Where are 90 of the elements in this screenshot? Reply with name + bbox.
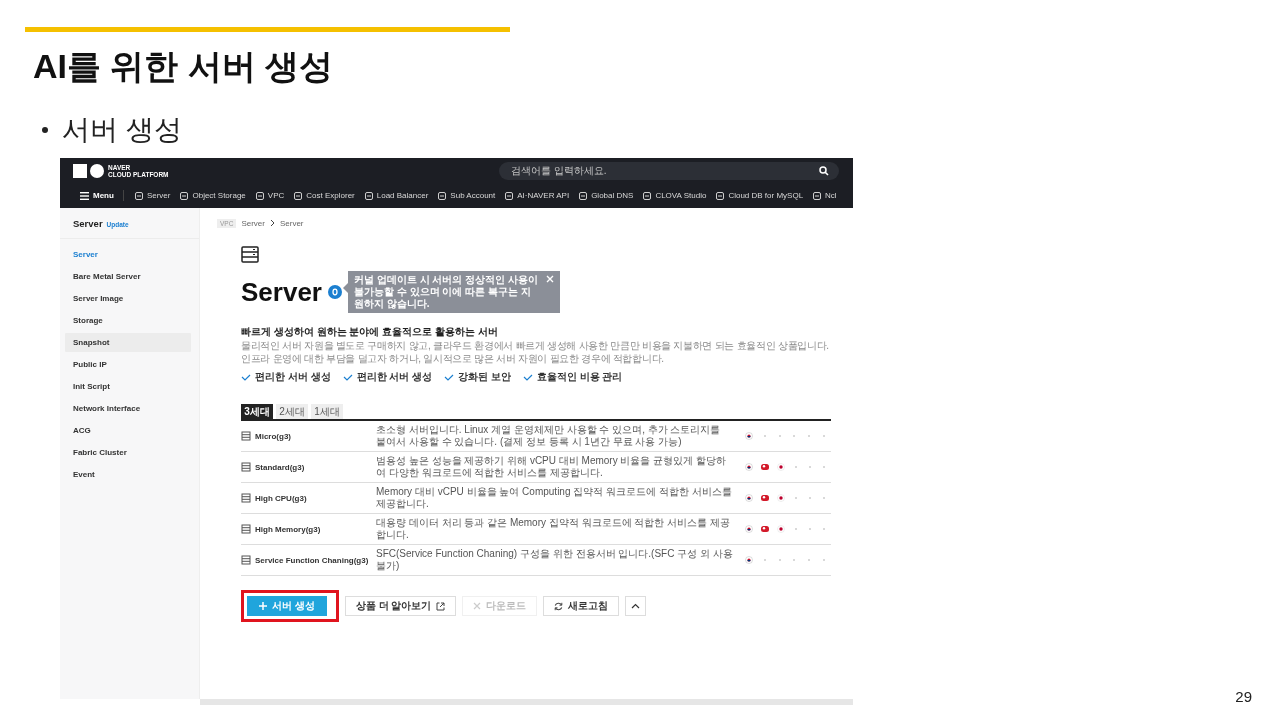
chevron-icon (269, 219, 275, 227)
server-type-name[interactable]: High CPU(g3) (255, 493, 307, 503)
feature-text: 강화된 보안 (458, 370, 511, 384)
square-icon (579, 191, 588, 200)
server-icon (241, 524, 251, 534)
sidebar-item[interactable]: Bare Metal Server (65, 267, 191, 286)
sidebar-title: Server (73, 218, 103, 229)
square-icon (505, 191, 514, 200)
nav-item[interactable]: VPC (255, 191, 285, 200)
section-heading: 빠르게 생성하여 원하는 분야에 효율적으로 활용하는 서버 (241, 325, 499, 339)
nav-item[interactable]: Load Balancer (364, 191, 429, 200)
nav-item[interactable]: Server (134, 191, 171, 200)
server-type-name[interactable]: Micro(g3) (255, 431, 291, 441)
sidebar-item[interactable]: Public IP (65, 355, 191, 374)
server-icon (241, 493, 251, 503)
nav-item[interactable]: Object Storage (180, 191, 246, 200)
description-text: 인프라 운영에 대한 부담을 덜고자 하거나, 일시적으로 많은 서버 자원이 필요한 경우에 적합합니다. (241, 352, 665, 365)
nav-item[interactable]: AI·NAVER API (505, 191, 570, 200)
sidebar-item[interactable]: Snapshot (65, 333, 191, 352)
tooltip-text: 커널 업데이트 시 서버의 정상적인 사용이 불가능할 수 있으며 이에 따른 복구는 지원하지 않습니다. (353, 274, 539, 310)
close-button[interactable] (545, 274, 554, 285)
nav-item[interactable]: Cloud DB for MySQL (716, 191, 804, 200)
server-type-description: SFC(Service Function Chaning) 구성을 위한 전용서버 입니다.(SFC 구성 외 사용 불가) (376, 548, 733, 572)
slide-title: AI를 위한 서버 생성 (33, 46, 335, 86)
breadcrumb-link[interactable]: Server (279, 218, 304, 228)
square-icon (134, 191, 143, 200)
square-icon (813, 191, 822, 200)
nav-item[interactable]: Ncl (813, 191, 837, 200)
server-type-description: Memory 대비 vCPU 비율을 높여 Computing 집약적 워크로드에 적합한 서비스를 제공합니다. (376, 486, 733, 510)
check-icon (241, 373, 251, 381)
sidebar-item[interactable]: ACG (65, 421, 191, 440)
refresh-button[interactable]: 새로고침 (543, 596, 620, 616)
description-text: 물리적인 서버 자원을 별도로 구매하지 않고, 클라우드 환경에서 빠르게 생성해 사용한 만큼만 비용을 지불하면 되는 효율적인 상품입니다. (241, 339, 830, 352)
feature-text: 편리한 서버 생성 (255, 370, 331, 384)
server-type-description: 범용성 높은 성능을 제공하기 위해 vCPU 대비 Memory 비율을 균형있게 할당하여 다양한 워크로드에 적합한 서비스를 제공합니다. (376, 455, 727, 479)
nav-item[interactable]: CLOVA Studio (643, 191, 707, 200)
server-type-name[interactable]: Standard(g3) (255, 462, 305, 472)
sidebar-item[interactable]: Fabric Cluster (65, 443, 191, 462)
check-icon (342, 373, 353, 381)
scrollbar[interactable] (200, 699, 853, 705)
x-icon (473, 602, 482, 610)
sidebar-item[interactable]: Event (65, 465, 191, 484)
learn-more-button[interactable]: 상품 더 알아보기 (344, 596, 457, 616)
generation-tab[interactable]: 1세대 (311, 404, 343, 419)
plus-icon (259, 602, 267, 610)
square-icon (255, 191, 264, 200)
server-icon (241, 246, 259, 263)
bullet-icon (42, 127, 48, 133)
nav-item[interactable]: Cost Explorer (294, 191, 355, 200)
server-icon (241, 462, 251, 472)
collapse-button[interactable] (625, 596, 647, 616)
sidebar-item[interactable]: Server Image (65, 289, 191, 308)
menu-icon (80, 191, 89, 200)
page-title: Server (241, 276, 322, 308)
feature-text: 효율적인 비용 관리 (536, 370, 623, 384)
server-icon (241, 555, 251, 565)
bullet-text: 서버 생성 (62, 113, 182, 147)
sidebar-item[interactable]: Network Interface (65, 399, 191, 418)
logo-icon (73, 163, 104, 178)
menu-button[interactable]: Menu (74, 190, 124, 201)
generation-tab[interactable]: 2세대 (276, 404, 308, 419)
square-icon (438, 191, 447, 200)
generation-tab[interactable]: 3세대 (241, 404, 273, 419)
search-icon (819, 165, 829, 176)
square-icon (294, 191, 303, 200)
check-icon (444, 373, 455, 381)
server-icon (241, 431, 251, 441)
square-icon (180, 191, 189, 200)
server-type-name[interactable]: Service Function Chaning(g3) (255, 555, 369, 565)
sidebar-item[interactable]: Init Script (65, 377, 191, 396)
close-icon (545, 275, 554, 283)
info-icon[interactable] (327, 285, 342, 299)
caret-up-icon (631, 603, 641, 609)
server-type-description: 초소형 서버입니다. Linux 계열 운영체제만 사용할 수 있으며, 추가 스토리지를 붙여서 사용할 수 있습니다. (결제 정보 등록 시 1년간 무료 사용 가능) (376, 424, 722, 448)
square-icon (643, 191, 652, 200)
nav-item[interactable]: Global DNS (579, 191, 634, 200)
refresh-icon (554, 601, 564, 611)
square-icon (364, 191, 373, 200)
breadcrumb-link[interactable]: Server (241, 218, 265, 228)
square-icon (716, 191, 725, 200)
check-icon (522, 373, 533, 381)
external-link-icon (436, 601, 446, 611)
feature-text: 편리한 서버 생성 (356, 370, 433, 384)
server-type-name[interactable]: High Memory(g3) (255, 524, 321, 534)
page-number: 29 (1235, 688, 1252, 706)
nav-item[interactable]: Sub Account (438, 191, 496, 200)
server-type-description: 대용량 데이터 처리 등과 같은 Memory 집약적 워크로드에 적합한 서비스를 제공합니다. (376, 517, 731, 541)
sidebar-item[interactable]: Server (65, 245, 191, 264)
search-field[interactable]: 검색어를 입력하세요. (499, 161, 839, 180)
sidebar-item[interactable]: Storage (65, 311, 191, 330)
